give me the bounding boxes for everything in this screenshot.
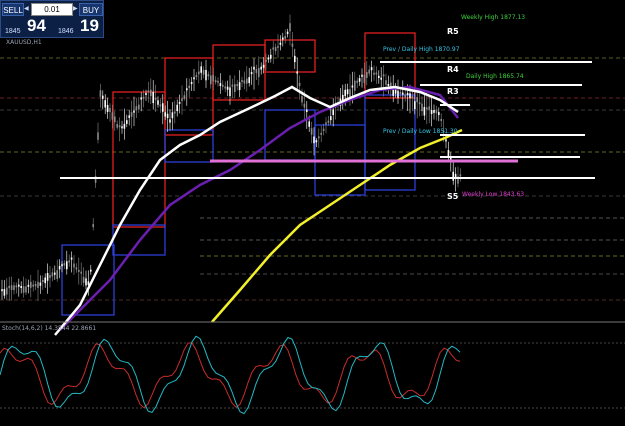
prev-day-high-label: Prev / Daily High 1870.97 — [383, 46, 460, 53]
weekly-high-label: Weekly High 1877.13 — [461, 14, 526, 21]
buy-price-prefix[interactable]: 1846 — [58, 28, 74, 35]
chart-symbol-label: XAUUSD,H1 — [6, 39, 42, 46]
stochastic-indicator-label: Stoch(14,6,2) 14.3544 22.8661 — [2, 325, 97, 332]
price-chart[interactable] — [0, 0, 625, 426]
lot-decrease-arrow-icon[interactable]: ◀ — [24, 4, 30, 15]
pivot-r5-label: R5 — [447, 27, 459, 36]
sell-price-pips[interactable]: 94 — [27, 16, 46, 36]
lot-size-input[interactable] — [31, 3, 73, 16]
buy-price-pips[interactable]: 19 — [80, 16, 99, 36]
one-click-trade-panel: SELL ◀ ▶ BUY 1845 94 1846 19 — [0, 0, 104, 38]
sell-button[interactable]: SELL — [2, 3, 24, 16]
daily-high-label: Daily High 1865.74 — [466, 73, 524, 80]
buy-button[interactable]: BUY — [79, 3, 103, 16]
sell-price-prefix[interactable]: 1845 — [5, 28, 21, 35]
pivot-r3-label: R3 — [447, 87, 459, 96]
prev-day-low-label: Prev / Daily Low 1851.30 — [383, 128, 458, 135]
pivot-s5-label: S5 — [447, 192, 459, 201]
weekly-low-label: Weekly Low 1843.63 — [462, 191, 525, 198]
pivot-r4-label: R4 — [447, 65, 459, 74]
